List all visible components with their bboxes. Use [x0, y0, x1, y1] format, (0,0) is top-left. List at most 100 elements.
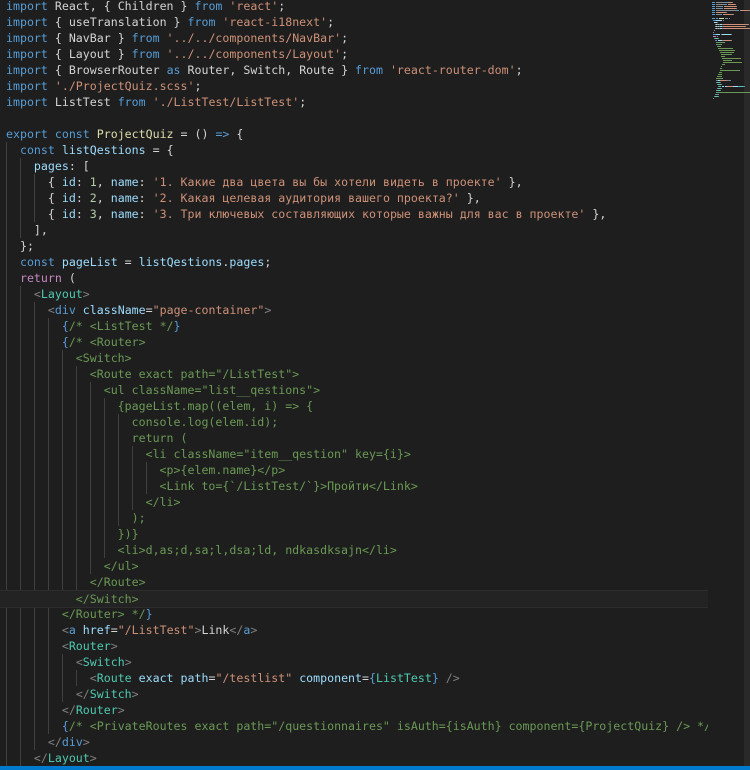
minimap-stroke — [716, 22, 718, 23]
minimap-stroke — [718, 74, 722, 75]
code-token: Switch — [89, 687, 132, 701]
code-line[interactable]: <li className="item__qestion" key={i}> — [6, 446, 411, 462]
code-line[interactable]: console.log(elem.id); — [6, 414, 279, 430]
code-line[interactable]: <Route exact path="/testlist" component=… — [6, 670, 460, 686]
code-token: from — [131, 47, 160, 61]
minimap-stroke — [721, 88, 722, 89]
code-token: as — [166, 63, 181, 77]
code-token: { — [61, 335, 69, 349]
code-line[interactable]: ); — [6, 510, 146, 526]
code-line[interactable]: <Layout> — [6, 286, 90, 302]
code-line[interactable]: </div> — [6, 734, 90, 750]
code-line[interactable]: <Switch> — [6, 654, 132, 670]
code-line[interactable]: pages: [ — [6, 158, 90, 174]
code-token: ; — [341, 47, 349, 61]
code-line[interactable]: import { NavBar } from '../../components… — [6, 30, 348, 46]
code-line[interactable]: {/* <ListTest */} — [6, 318, 181, 334]
minimap-stroke — [713, 32, 714, 33]
code-token: Router — [75, 703, 118, 717]
code-line[interactable]: <a href="/ListTest">Link</a> — [6, 622, 257, 638]
code-token: '../../components/NavBar' — [159, 31, 342, 45]
code-line[interactable]: <Switch> — [6, 350, 132, 366]
code-token: }; — [6, 239, 34, 253]
code-line[interactable]: </Layout> — [6, 750, 97, 766]
code-line[interactable]: <li>d,as;d,sa;l,dsa;ld, ndkasdksajn</li> — [6, 542, 397, 558]
code-token: = — [117, 255, 139, 269]
code-line[interactable]: { id: 2, name: '2. Какая целевая аудитор… — [6, 190, 481, 206]
code-line[interactable]: export const ProjectQuiz = () => { — [6, 126, 243, 142]
code-line[interactable]: import React, { Children } from 'react'; — [6, 0, 285, 14]
minimap-stroke — [723, 6, 736, 7]
code-token: '3. Три ключевых составляющих которые ва… — [152, 207, 586, 221]
code-line[interactable]: ], — [6, 222, 48, 238]
code-token: ; — [327, 15, 335, 29]
code-token: ; — [515, 63, 523, 77]
code-line[interactable]: </ul> — [6, 558, 139, 574]
code-line[interactable]: </Route> — [6, 574, 146, 590]
code-token: href — [75, 623, 111, 637]
code-token: exact — [131, 671, 174, 685]
code-line[interactable]: {pageList.map((elem, i) => { — [6, 398, 313, 414]
minimap-stroke — [731, 2, 733, 3]
code-line[interactable]: <Route exact path="/ListTest"> — [6, 366, 299, 382]
minimap-stroke — [717, 76, 722, 77]
code-line[interactable]: import { useTranslation } from 'react-i1… — [6, 14, 334, 30]
code-token: </ — [75, 687, 90, 701]
minimap-stroke — [719, 82, 721, 83]
code-line[interactable]: return ( — [6, 270, 76, 286]
code-line[interactable]: <p>{elem.name}</p> — [6, 462, 286, 478]
code-line[interactable]: }; — [6, 238, 34, 254]
minimap-stroke — [725, 10, 737, 11]
minimap-stroke — [723, 62, 742, 63]
code-line[interactable]: return ( — [6, 430, 188, 446]
code-token: }, — [501, 175, 523, 189]
code-line[interactable]: </Switch> — [6, 686, 139, 702]
code-token: Layout — [47, 751, 90, 765]
code-line[interactable]: <Router> — [6, 638, 118, 654]
code-token: < — [75, 655, 83, 669]
code-token: const — [19, 143, 55, 157]
code-token: /> — [438, 671, 460, 685]
code-line[interactable]: { id: 3, name: '3. Три ключевых составля… — [6, 206, 606, 222]
code-editor[interactable]: import React, { Children } from 'react';… — [0, 0, 708, 766]
code-line[interactable]: {/* <PrivateRoutes exact path="/question… — [6, 718, 708, 734]
minimap-stroke — [713, 98, 714, 99]
code-line[interactable]: import './ProjectQuiz.scss'; — [6, 78, 201, 94]
code-line[interactable]: { id: 1, name: '1. Какие два цвета вы бы… — [6, 174, 523, 190]
code-line[interactable]: <div className="page-container"> — [6, 302, 271, 318]
minimap-stroke — [714, 30, 715, 31]
code-line[interactable]: import { Layout } from '../../components… — [6, 46, 348, 62]
code-line[interactable]: const listQestions = { — [6, 142, 174, 158]
code-line[interactable]: </Router> */} — [6, 606, 153, 622]
minimap-stroke — [716, 42, 724, 43]
minimap-stroke — [722, 58, 741, 59]
minimap-stroke — [720, 84, 722, 85]
minimap-stroke — [717, 38, 719, 39]
minimap-stroke — [716, 34, 720, 35]
code-token: { Layout } — [47, 47, 132, 61]
code-line[interactable]: {/* <Router> — [6, 334, 146, 350]
code-token: "page-container" — [152, 303, 265, 317]
vertical-scrollbar[interactable] — [744, 0, 750, 766]
minimap-stroke — [720, 90, 721, 91]
code-token: : — [75, 175, 90, 189]
minimap-stroke — [720, 68, 722, 69]
code-line[interactable]: })} — [6, 526, 139, 542]
code-token: "/ListTest" — [117, 623, 195, 637]
code-token: <p>{elem.name}</p> — [6, 463, 286, 477]
code-token: ); — [6, 511, 146, 525]
code-line[interactable]: import ListTest from './ListTest/ListTes… — [6, 94, 306, 110]
minimap-stroke — [733, 14, 734, 15]
code-line[interactable]: import { BrowserRouter as Router, Switch… — [6, 62, 523, 78]
code-line[interactable]: </Router> — [6, 702, 125, 718]
code-line[interactable]: const pageList = listQestions.pages; — [6, 254, 271, 270]
minimap-stroke — [722, 14, 733, 15]
code-line[interactable]: </li> — [6, 494, 181, 510]
code-line[interactable]: <Link to={`/ListTest/`}>Пройти</Link> — [6, 478, 418, 494]
code-line[interactable]: <ul className="list__qestions"> — [6, 382, 320, 398]
code-token: <li className="item__qestion" key={i}> — [6, 447, 411, 461]
